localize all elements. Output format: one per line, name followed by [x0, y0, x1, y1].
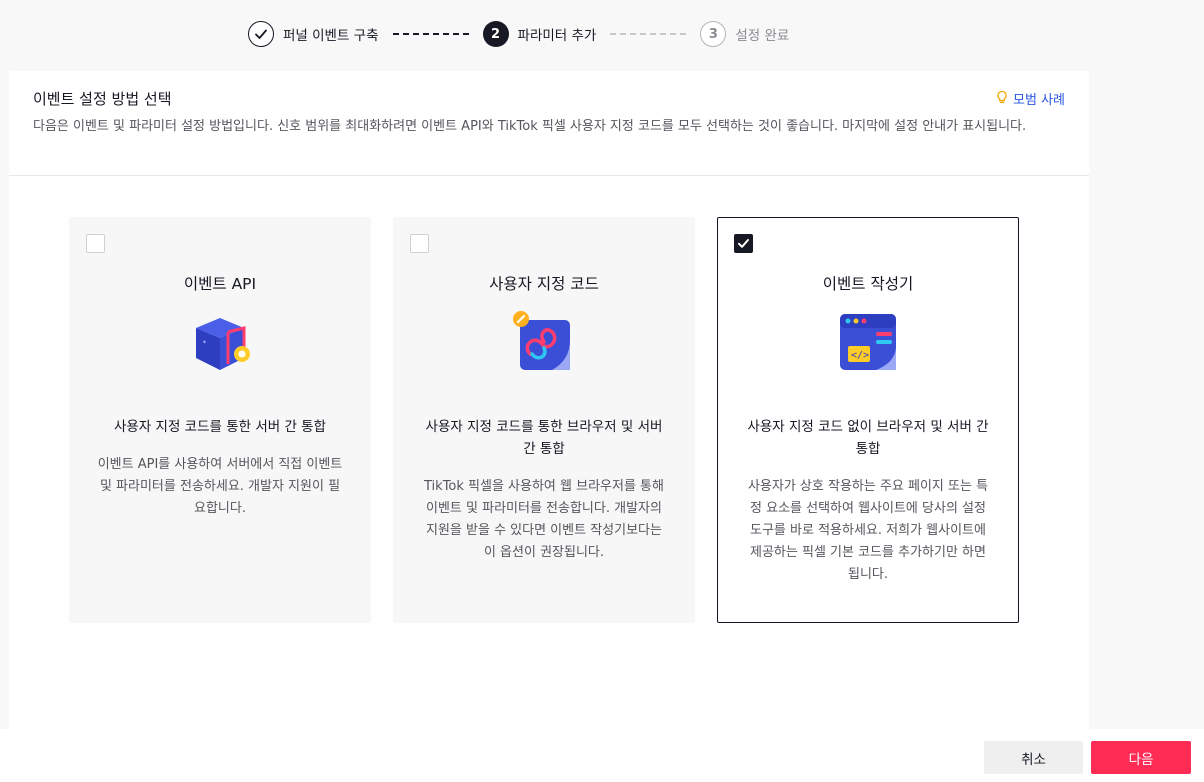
lightbulb-icon	[995, 90, 1013, 108]
card-events-api[interactable]: 이벤트 API ✦ 사용자 지정 코드를 통한 서버 간 통합 이벤트 API를…	[69, 217, 371, 623]
best-practice-link[interactable]: 모범 사례	[995, 89, 1065, 108]
best-practice-label: 모범 사례	[1013, 93, 1065, 108]
step-1: 퍼널 이벤트 구축	[248, 21, 379, 47]
svg-text:</>: </>	[851, 350, 869, 361]
event-builder-checkbox[interactable]	[734, 234, 753, 253]
step-2-label: 파라미터 추가	[517, 28, 597, 44]
step-2-number: 2	[482, 21, 509, 47]
card-subtitle: 사용자 지정 코드를 통한 서버 간 통합	[113, 419, 327, 435]
events-api-checkbox[interactable]	[86, 234, 105, 253]
card-event-builder[interactable]: 이벤트 작성기 </> 사용자 지정 코드 없이 브라우저 및 서버 간 통합 …	[717, 217, 1019, 623]
event-builder-icon: </>	[836, 310, 900, 374]
card-subtitle: 사용자 지정 코드 없이 브라우저 및 서버 간 통합	[747, 419, 989, 457]
card-title: 이벤트 API	[183, 275, 257, 293]
step-3-number: 3	[700, 21, 727, 47]
panel-header: 이벤트 설정 방법 선택 모범 사례 다음은 이벤트 및 파라미터 설정 방법입…	[9, 71, 1089, 176]
checkmark-icon	[738, 239, 749, 248]
cancel-button[interactable]: 취소	[984, 741, 1083, 774]
method-cards: 이벤트 API ✦ 사용자 지정 코드를 통한 서버 간 통합 이벤트 API를…	[69, 217, 1019, 623]
custom-code-icon	[512, 310, 576, 374]
checkmark-icon	[248, 21, 274, 47]
stepper: 퍼널 이벤트 구축 2 파라미터 추가 3 설정 완료	[248, 20, 789, 48]
card-description: 사용자가 상호 작용하는 주요 페이지 또는 특정 요소를 선택하여 웹사이트에…	[747, 479, 989, 582]
next-button[interactable]: 다음	[1091, 741, 1191, 774]
step-connector	[392, 33, 469, 35]
card-description: TikTok 픽셀을 사용하여 웹 브라우저를 통해 이벤트 및 파라미터를 전…	[424, 479, 664, 560]
cube-api-icon: ✦	[188, 310, 252, 374]
custom-code-checkbox[interactable]	[410, 234, 429, 253]
setup-method-panel: 이벤트 설정 방법 선택 모범 사례 다음은 이벤트 및 파라미터 설정 방법입…	[9, 71, 1089, 731]
footer-bar: 취소 다음	[0, 729, 1204, 782]
step-3-label: 설정 완료	[735, 28, 790, 44]
step-2: 2 파라미터 추가	[482, 21, 597, 47]
card-custom-code[interactable]: 사용자 지정 코드 사용자 지정 코드를 통한 브라우저 및 서버 간 통합 T…	[393, 217, 695, 623]
step-connector	[610, 33, 687, 35]
svg-text:✦: ✦	[202, 339, 207, 346]
card-title: 사용자 지정 코드	[489, 275, 599, 293]
card-title: 이벤트 작성기	[822, 275, 914, 293]
card-subtitle: 사용자 지정 코드를 통한 브라우저 및 서버 간 통합	[425, 419, 663, 457]
panel-description: 다음은 이벤트 및 파라미터 설정 방법입니다. 신호 범위를 최대화하려면 이…	[33, 119, 1027, 134]
step-1-label: 퍼널 이벤트 구축	[283, 28, 379, 44]
card-description: 이벤트 API를 사용하여 서버에서 직접 이벤트 및 파라미터를 전송하세요.…	[97, 457, 343, 516]
panel-title: 이벤트 설정 방법 선택	[33, 90, 172, 108]
step-3: 3 설정 완료	[700, 21, 789, 47]
